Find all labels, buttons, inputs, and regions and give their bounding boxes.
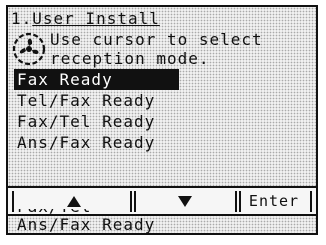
softkey-divider	[235, 191, 237, 212]
up-arrow-icon	[67, 195, 81, 207]
menu-item-ans-fax-ready[interactable]: Ans/Fax Ready	[14, 132, 314, 153]
down-arrow-icon	[178, 195, 192, 207]
instruction-line-2: reception mode.	[50, 49, 210, 68]
softkey-divider	[130, 191, 132, 212]
cursor-down-button[interactable]	[134, 188, 236, 214]
softkey-divider	[310, 191, 312, 212]
reception-mode-menu: Fax Ready Tel/Fax Ready Fax/Tel Ready An…	[14, 69, 314, 153]
fan-info-icon	[12, 32, 46, 66]
menu-item-overflow[interactable]: Ans/Fax Ready	[14, 215, 155, 233]
screen-title: 1.User Install	[11, 9, 160, 28]
softkey-divider	[12, 191, 14, 212]
instruction-line-1: Use cursor to select	[50, 30, 263, 49]
menu-item-tel-fax-ready[interactable]: Tel/Fax Ready	[14, 90, 314, 111]
menu-item-fax-tel-ready[interactable]: Fax/Tel Ready	[14, 111, 314, 132]
title-prefix: 1.	[11, 9, 33, 28]
enter-button[interactable]: Enter	[241, 188, 307, 214]
title-text: User Install	[32, 9, 160, 28]
lcd-screen: 1.User Install Use cursor to select rece…	[6, 5, 318, 235]
menu-item-fax-ready[interactable]: Fax Ready	[14, 69, 179, 90]
